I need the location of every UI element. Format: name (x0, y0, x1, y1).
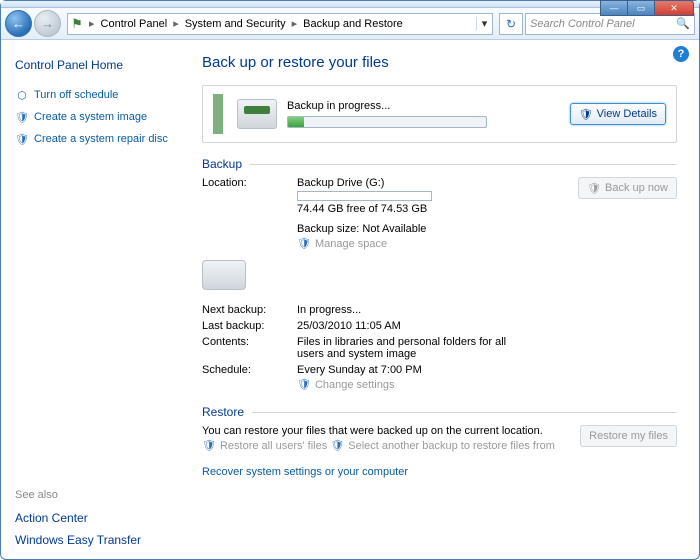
breadcrumb-sep: ▸ (86, 17, 98, 30)
next-backup-value: In progress... (297, 304, 567, 316)
select-another-backup-link[interactable]: 🛡Select another backup to restore files … (330, 439, 555, 452)
last-backup-label: Last backup: (202, 320, 297, 332)
forward-button: → (34, 10, 61, 37)
change-settings-link[interactable]: 🛡Change settings (297, 378, 394, 391)
address-bar[interactable]: ⚑ ▸ Control Panel ▸ System and Security … (67, 13, 493, 35)
restore-all-users-link[interactable]: 🛡Restore all users' files (202, 439, 327, 452)
restore-text: You can restore your files that were bac… (202, 425, 570, 437)
view-details-button[interactable]: 🛡View Details (570, 103, 666, 125)
restore-section-heading: Restore (202, 405, 677, 419)
sidebar-turn-off-schedule[interactable]: ⬡Turn off schedule (15, 88, 176, 102)
schedule-value: Every Sunday at 7:00 PM (297, 364, 567, 376)
titlebar: — ▭ ✕ (1, 1, 699, 8)
location-value: Backup Drive (G:) (297, 177, 567, 189)
maximize-button[interactable]: ▭ (627, 0, 655, 16)
restore-my-files-button: Restore my files (580, 425, 677, 447)
last-backup-value: 25/03/2010 11:05 AM (297, 320, 567, 332)
close-button[interactable]: ✕ (654, 0, 694, 16)
recover-system-link[interactable]: Recover system settings or your computer (202, 466, 408, 478)
minimize-button[interactable]: — (600, 0, 628, 16)
drive-icon (202, 260, 246, 290)
shield-icon: 🛡 (297, 378, 311, 391)
shield-icon: 🛡 (15, 132, 29, 146)
search-icon: 🔍 (676, 17, 690, 30)
help-icon[interactable]: ? (673, 46, 689, 62)
main-pane: ? Back up or restore your files Backup i… (186, 40, 699, 559)
shield-icon: 🛡 (15, 110, 29, 124)
sidebar: Control Panel Home ⬡Turn off schedule 🛡C… (1, 40, 186, 559)
see-also-label: See also (15, 489, 176, 501)
schedule-label: Schedule: (202, 364, 297, 376)
sidebar-create-system-image[interactable]: 🛡Create a system image (15, 110, 176, 124)
shield-icon: 🛡 (579, 108, 593, 121)
control-panel-home-link[interactable]: Control Panel Home (15, 58, 176, 72)
disk-art-icon (237, 99, 277, 129)
next-backup-label: Next backup: (202, 304, 297, 316)
shield-icon: 🛡 (330, 439, 344, 452)
free-space: 74.44 GB free of 74.53 GB (297, 203, 567, 215)
backup-section-heading: Backup (202, 157, 677, 171)
breadcrumb-item[interactable]: Control Panel (98, 14, 171, 34)
backup-size: Backup size: Not Available (297, 223, 567, 235)
refresh-button[interactable]: ↻ (499, 13, 523, 35)
progress-bar (287, 116, 487, 128)
breadcrumb-item[interactable]: System and Security (182, 14, 289, 34)
shield-icon: 🛡 (587, 182, 601, 195)
sidebar-action-center[interactable]: Action Center (15, 511, 176, 525)
contents-value: Files in libraries and personal folders … (297, 336, 517, 360)
progress-panel: Backup in progress... 🛡View Details (202, 85, 677, 143)
manage-space-link[interactable]: 🛡Manage space (297, 237, 387, 250)
sidebar-windows-easy-transfer[interactable]: Windows Easy Transfer (15, 533, 176, 547)
backup-now-button: 🛡Back up now (578, 177, 677, 199)
breadcrumb-item[interactable]: Backup and Restore (300, 14, 406, 34)
address-dropdown[interactable]: ▾ (476, 17, 492, 30)
back-button[interactable]: ← (5, 10, 32, 37)
location-usage-bar (297, 191, 432, 201)
shield-icon: 🛡 (297, 237, 311, 250)
navbar: ← → ⚑ ▸ Control Panel ▸ System and Secur… (1, 8, 699, 40)
progress-stripe (213, 94, 223, 134)
page-title: Back up or restore your files (202, 54, 677, 71)
contents-label: Contents: (202, 336, 297, 348)
shield-icon: 🛡 (202, 439, 216, 452)
sidebar-create-repair-disc[interactable]: 🛡Create a system repair disc (15, 132, 176, 146)
location-label: Location: (202, 177, 297, 189)
control-panel-icon: ⚑ (68, 16, 86, 32)
progress-text: Backup in progress... (287, 100, 560, 112)
schedule-icon: ⬡ (15, 88, 29, 102)
